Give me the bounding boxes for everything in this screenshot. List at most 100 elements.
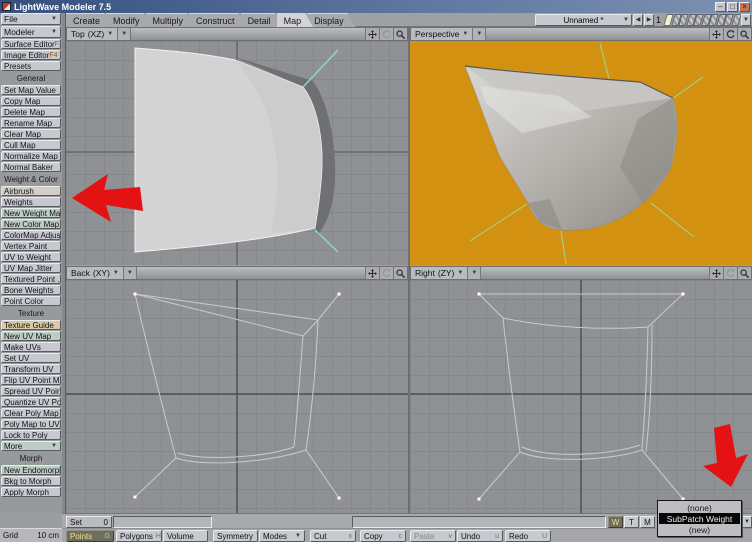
vmap-button-t[interactable]: T xyxy=(624,516,639,528)
render-style-dropdown[interactable]: ▼ xyxy=(123,267,137,279)
sidebar-item-point-color[interactable]: Point Color xyxy=(1,296,61,306)
popup-item-none[interactable]: (none) xyxy=(659,502,740,513)
sidebar-item-label: Airbrush xyxy=(4,186,34,196)
pan-icon[interactable] xyxy=(365,267,379,279)
mode-button-polygons[interactable]: Polygons H xyxy=(116,530,162,542)
action-label: Cut xyxy=(314,531,327,541)
sidebar-item-colormap-adjust[interactable]: ColorMap Adjust ... xyxy=(1,230,61,240)
sidebar-item-set-map-value[interactable]: Set Map Value xyxy=(1,85,61,95)
sidebar-item-label: Transform UV xyxy=(4,364,54,374)
render-style-dropdown[interactable]: ▼ xyxy=(473,28,487,40)
sidebar-item-vertex-paint[interactable]: Vertex Paint xyxy=(1,241,61,251)
sidebar-item-cull-map[interactable]: Cull Map xyxy=(1,140,61,150)
popup-item-subpatch-weight[interactable]: SubPatch Weight xyxy=(659,513,740,524)
sidebar-item-bone-weights[interactable]: Bone Weights xyxy=(1,285,61,295)
zoom-icon[interactable] xyxy=(393,28,407,40)
action-button-cut[interactable]: Cut x xyxy=(310,530,356,542)
sidebar-item-flip-uv-point-map[interactable]: Flip UV Point Map xyxy=(1,375,61,385)
view-type-dropdown-perspective[interactable]: Perspective ▼ xyxy=(411,28,474,40)
view-type-dropdown-right[interactable]: Right (ZY) ▼ xyxy=(411,267,469,279)
sidebar-item-new-weight-map[interactable]: New Weight Map xyxy=(1,208,61,218)
sidebar-item-clear-map[interactable]: Clear Map xyxy=(1,129,61,139)
mode-button-modes[interactable]: Modes ▼ xyxy=(259,530,305,542)
sidebar-item-spread-uv-point[interactable]: Spread UV Point... xyxy=(1,386,61,396)
restore-button[interactable]: □ xyxy=(727,1,738,12)
action-button-copy[interactable]: Copy c xyxy=(360,530,406,542)
pan-icon[interactable] xyxy=(709,28,723,40)
sidebar-item-new-uv-map[interactable]: New UV Map xyxy=(1,331,61,341)
tab-label: Display xyxy=(314,15,344,26)
zoom-icon[interactable] xyxy=(737,28,751,40)
vmap-button-m[interactable]: M xyxy=(640,516,655,528)
mode-button-symmetry[interactable]: SymmetryY xyxy=(213,530,258,542)
view-type-dropdown-back[interactable]: Back (XY) ▼ xyxy=(67,267,124,279)
action-label: Paste xyxy=(414,531,435,541)
pan-icon[interactable] xyxy=(365,28,379,40)
sidebar-item-image-editor[interactable]: Image Editor F4 xyxy=(1,50,61,60)
sidebar-item-lock-to-poly[interactable]: Lock to Poly xyxy=(1,430,61,440)
next-object-button[interactable]: ▶ xyxy=(644,14,654,26)
sidebar-item-surface-editor[interactable]: Surface EditorF3 xyxy=(1,39,61,49)
sidebar-item-normal-baker[interactable]: Normal Baker xyxy=(1,162,61,172)
tab-detail[interactable]: Detail xyxy=(241,13,283,27)
sidebar-item-make-uvs[interactable]: Make UVs xyxy=(1,342,61,352)
close-button[interactable]: × xyxy=(739,1,750,12)
tab-modify[interactable]: Modify xyxy=(106,13,152,27)
zoom-icon[interactable] xyxy=(393,267,407,279)
sidebar-item-weights[interactable]: Weights xyxy=(1,197,61,207)
render-style-dropdown[interactable]: ▼ xyxy=(468,267,482,279)
sidebar-item-transform-uv[interactable]: Transform UV xyxy=(1,364,61,374)
action-button-paste[interactable]: Paste v xyxy=(410,530,456,542)
sidebar-item-uv-map-jitter[interactable]: UV Map Jitter xyxy=(1,263,61,273)
sidebar-item-apply-morph[interactable]: Apply Morph xyxy=(1,487,61,497)
object-name-dropdown[interactable]: Unnamed * ▼ xyxy=(535,14,632,26)
viewport-top[interactable] xyxy=(66,41,408,265)
file-menu[interactable]: File ▼ xyxy=(1,13,61,25)
vmap-select-dropdown[interactable]: ▼ xyxy=(742,516,752,528)
modeler-menu[interactable]: Modeler ▼ xyxy=(1,26,61,38)
sidebar-item-uv-to-weight[interactable]: UV to Weight xyxy=(1,252,61,262)
info-field[interactable] xyxy=(352,516,606,528)
set-value: 0 xyxy=(103,517,108,527)
prev-object-button[interactable]: ◀ xyxy=(633,14,643,26)
tab-multiply[interactable]: Multiply xyxy=(146,13,196,27)
zoom-icon[interactable] xyxy=(737,267,751,279)
sidebar-item-poly-map-to-uvs[interactable]: Poly Map to UVs xyxy=(1,419,61,429)
sidebar-item-more[interactable]: More ▼ xyxy=(1,441,61,451)
action-button-undo[interactable]: Undo u xyxy=(457,530,503,542)
sidebar-item-clear-poly-map[interactable]: Clear Poly Map xyxy=(1,408,61,418)
weight-input-field[interactable] xyxy=(113,516,212,528)
sidebar-item-texture-guide[interactable]: Texture Guide xyxy=(1,320,61,330)
viewport-back[interactable] xyxy=(66,280,408,513)
sidebar-item-rename-map[interactable]: Rename Map xyxy=(1,118,61,128)
pan-icon[interactable] xyxy=(709,267,723,279)
render-style-dropdown[interactable]: ▼ xyxy=(118,28,132,40)
viewport-perspective[interactable] xyxy=(410,41,752,265)
mode-button-volume[interactable]: Volume xyxy=(163,530,208,542)
sidebar-item-copy-map[interactable]: Copy Map xyxy=(1,96,61,106)
tab-create[interactable]: Create xyxy=(66,13,112,27)
rotate-icon[interactable] xyxy=(723,28,737,40)
viewport-right[interactable] xyxy=(410,280,752,513)
tab-display[interactable]: Display xyxy=(307,13,356,27)
sidebar-item-set-uv[interactable]: Set UV xyxy=(1,353,61,363)
vmap-button-w[interactable]: W xyxy=(608,516,623,528)
popup-item-new[interactable]: (new) xyxy=(659,524,740,535)
view-type-dropdown-top[interactable]: Top (XZ) ▼ xyxy=(67,28,119,40)
sidebar-item-new-color-map[interactable]: New Color Map xyxy=(1,219,61,229)
layer-bank-dropdown[interactable]: ▼ xyxy=(741,14,751,26)
sidebar-item-new-endomorph[interactable]: New Endomorph xyxy=(1,465,61,475)
action-button-redo[interactable]: Redo U xyxy=(505,530,551,542)
minimize-button[interactable]: – xyxy=(715,1,726,12)
sidebar-item-quantize-uv-poi[interactable]: Quantize UV Poi... xyxy=(1,397,61,407)
tab-construct[interactable]: Construct xyxy=(189,13,247,27)
set-value-cell[interactable]: Set 0 xyxy=(66,516,112,528)
sidebar-item-airbrush[interactable]: Airbrush xyxy=(1,186,61,196)
mode-label: Modes xyxy=(263,531,288,541)
sidebar-item-delete-map[interactable]: Delete Map xyxy=(1,107,61,117)
sidebar-item-presets[interactable]: Presets xyxy=(1,61,61,71)
sidebar-item-normalize-map[interactable]: Normalize Map xyxy=(1,151,61,161)
sidebar-item-bkg-to-morph[interactable]: Bkg to Morph xyxy=(1,476,61,486)
sidebar-item-textured-point[interactable]: Textured Point ... xyxy=(1,274,61,284)
mode-button-points[interactable]: Points G xyxy=(66,530,114,542)
